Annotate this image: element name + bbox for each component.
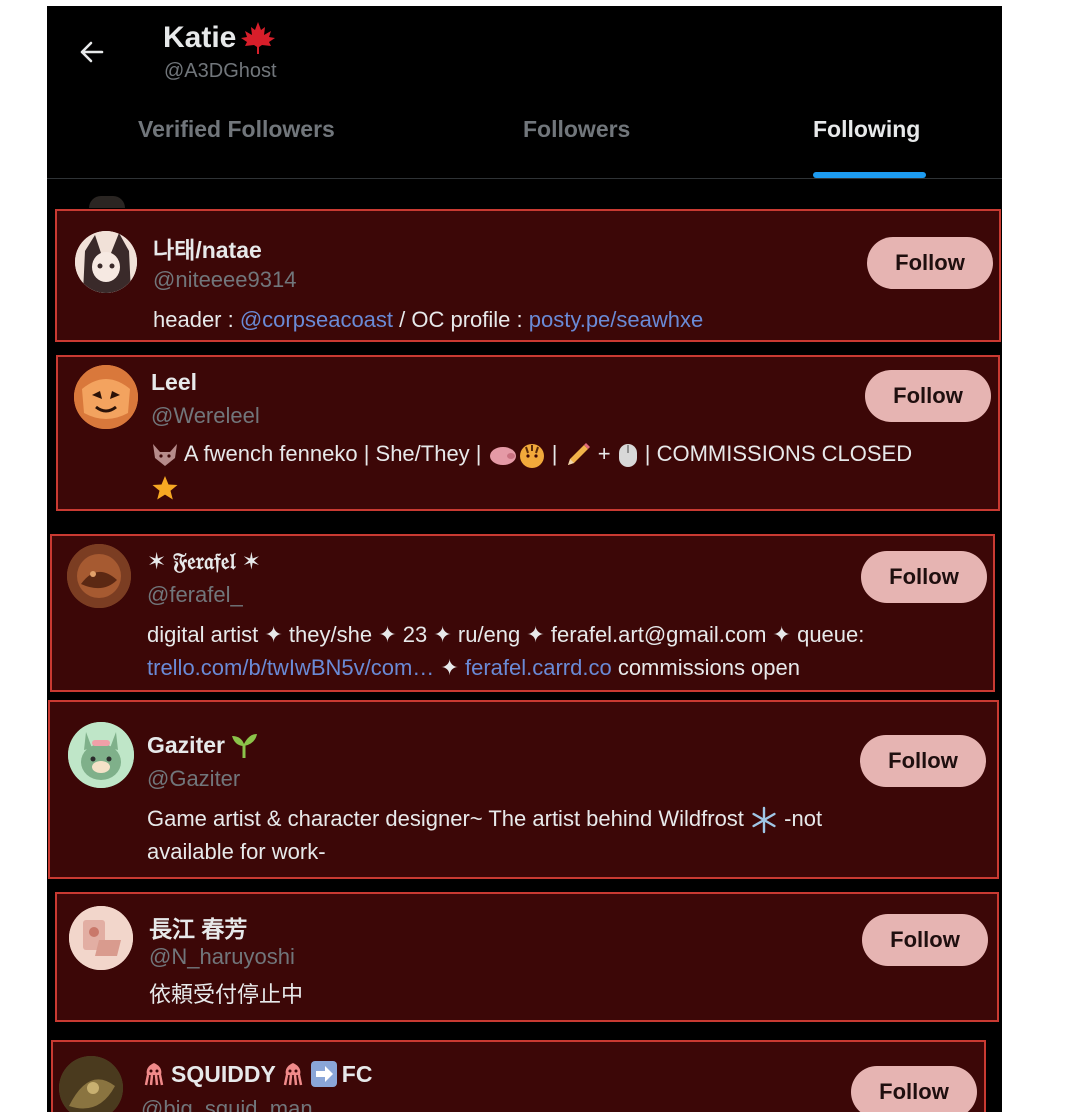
user-name[interactable]: 나태/natae [153,231,262,265]
user-handle[interactable]: @ferafel_ [147,582,243,608]
user-bio: header : @corpseacoast / OC profile : po… [153,303,953,336]
user-card-ferafel[interactable]: ✶ 𝔉𝔢𝔯𝔞𝔣𝔢𝔩 ✶ @ferafel_ digital artist ✦ t… [50,534,995,692]
user-card-haruyoshi[interactable]: 長江 春芳 @N_haruyoshi 依頼受付停止中 Follow [55,892,999,1022]
bio-text: header : [153,307,240,332]
seedling-emoji-icon [231,734,257,758]
fox-emoji-icon [153,444,177,467]
bio-text: digital artist ✦ they/she ✦ 23 ✦ ru/eng … [147,622,865,647]
user-bio: digital artist ✦ they/she ✦ 23 ✦ ru/eng … [147,618,992,684]
bio-carrd-link[interactable]: ferafel.carrd.co [465,655,612,680]
user-name-text: Gaziter [147,731,225,758]
bio-text: Game artist & character designer~ The ar… [147,806,751,831]
user-handle[interactable]: @big_squid_man [141,1096,313,1112]
user-handle[interactable]: @N_haruyoshi [149,944,295,970]
avatar-natae-icon [75,231,137,293]
user-bio: A fwench fenneko | She/They | | + | COMM… [151,437,996,503]
avatar [74,365,138,429]
bio-text: -not [778,806,823,831]
snowflake-emoji-icon [752,806,776,834]
user-name-text: SQUIDDY [171,1060,276,1087]
avatar-leel-icon [74,365,138,429]
bio-mention-link[interactable]: @corpseacoast [240,307,393,332]
follow-button[interactable]: Follow [862,914,988,966]
bio-text: / OC profile : [393,307,529,332]
user-name[interactable]: SQUIDDY FC [141,1060,372,1088]
user-name[interactable]: ✶ 𝔉𝔢𝔯𝔞𝔣𝔢𝔩 ✶ [147,548,261,575]
follow-button[interactable]: Follow [861,551,987,603]
star-emoji-icon [152,476,178,500]
pencil-emoji-icon [567,443,590,466]
header-divider [47,178,1002,179]
avatar [59,1056,123,1112]
bio-text: + [591,441,617,466]
user-bio: Game artist & character designer~ The ar… [147,802,947,868]
avatar [67,544,131,608]
user-bio: 依頼受付停止中 [149,978,949,1011]
piggy-emoji-icon [489,447,516,466]
user-name[interactable]: Leel [151,369,197,396]
user-name-suffix: FC [341,1060,373,1087]
mouse-emoji-icon [618,444,637,468]
user-card-natae[interactable]: 나태/natae @niteeee9314 header : @corpseac… [55,209,1001,342]
tab-following[interactable]: Following [813,116,920,143]
bio-url-link[interactable]: posty.pe/seawhxe [529,307,703,332]
maple-leaf-icon [241,22,276,54]
bio-text: 依頼受付停止中 [149,982,304,1007]
profile-display-name: Katie [163,20,278,56]
avatar [75,231,137,293]
follow-button[interactable]: Follow [867,237,993,289]
display-name-text: Katie [163,21,237,54]
avatar [68,722,134,788]
user-handle[interactable]: @Gaziter [147,766,240,792]
user-card-squiddy[interactable]: SQUIDDY FC @big_squid_man Follow [51,1040,986,1112]
user-card-gaziter[interactable]: Gaziter @Gaziter Game artist & character… [48,700,999,879]
bio-text: | [545,441,564,466]
follow-button[interactable]: Follow [860,735,986,787]
tab-followers[interactable]: Followers [523,116,630,143]
tiger-emoji-icon [519,444,544,469]
avatar-ferafel-icon [67,544,131,608]
avatar [69,906,133,970]
bio-text: available for work- [147,839,326,864]
follow-button[interactable]: Follow [865,370,991,422]
user-card-leel[interactable]: Leel @Wereleel A fwench fenneko | She/Th… [56,355,1000,511]
tab-verified-followers[interactable]: Verified Followers [138,116,335,143]
bio-text: commissions open [611,655,801,680]
following-page: Katie @A3DGhost Verified Followers Follo… [47,6,1002,1112]
bio-text: ✦ [434,655,465,680]
avatar-haruyoshi-icon [69,906,133,970]
avatar-squiddy-icon [59,1056,123,1112]
user-handle[interactable]: @niteeee9314 [153,267,296,293]
squid-emoji-icon [144,1063,164,1086]
back-button[interactable] [71,32,111,72]
bio-text: | COMMISSIONS CLOSED [638,441,913,466]
partially-hidden-avatar [89,196,125,208]
bio-text: A fwench fenneko | She/They | [179,441,488,466]
user-handle[interactable]: @Wereleel [151,403,260,429]
arrow-left-icon [80,41,104,63]
bio-trello-link[interactable]: trello.com/b/twIwBN5v/com… [147,655,434,680]
squid-emoji-icon [283,1063,303,1086]
profile-header: Katie @A3DGhost Verified Followers Follo… [47,6,1002,178]
user-name[interactable]: 長江 春芳 [149,910,247,944]
profile-handle: @A3DGhost [164,60,277,82]
follow-button[interactable]: Follow [851,1066,977,1112]
arrow-right-emoji-icon [310,1061,337,1087]
avatar-gaziter-icon [68,722,134,788]
user-name[interactable]: Gaziter [147,730,259,760]
